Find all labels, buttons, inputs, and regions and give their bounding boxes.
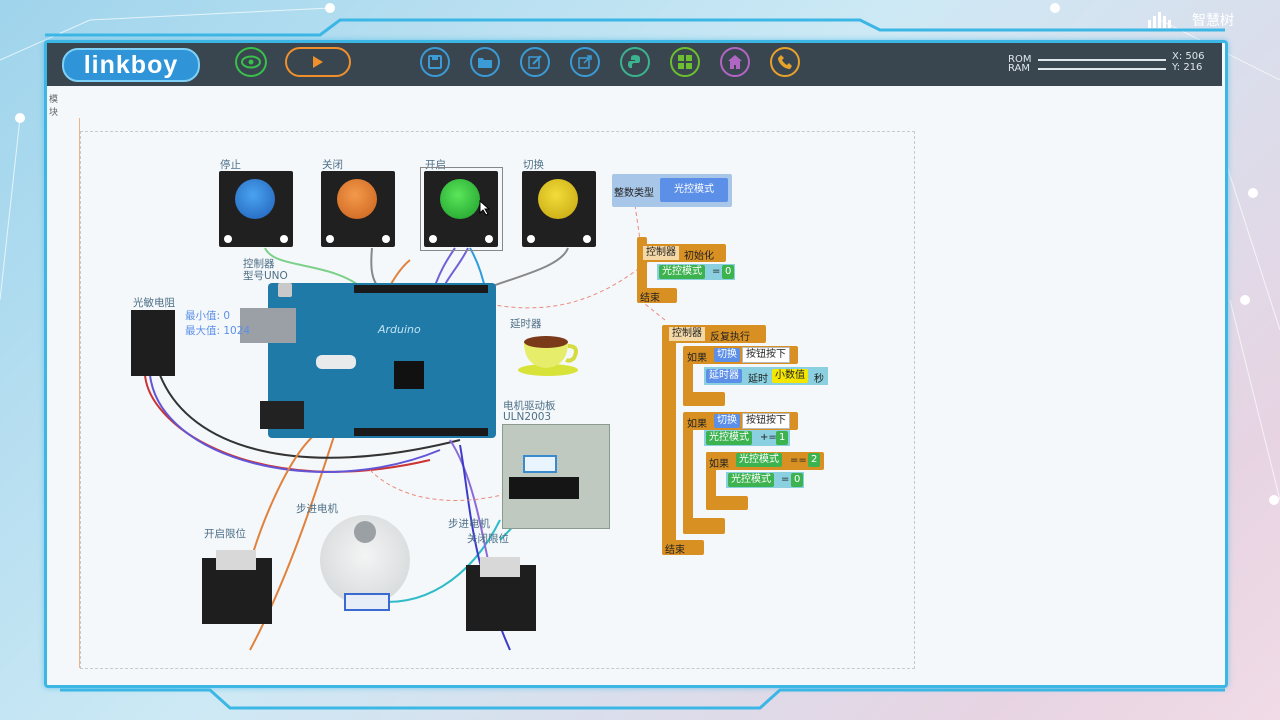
loop-block[interactable]: 控制器 反复执行 bbox=[666, 325, 766, 343]
inc-val[interactable]: 1 bbox=[776, 431, 789, 445]
switch-button-cap[interactable] bbox=[538, 179, 578, 219]
reset-op: = bbox=[781, 474, 790, 485]
mount-hole bbox=[382, 235, 390, 243]
motor-shaft bbox=[354, 521, 376, 543]
inc-var: 光控模式 bbox=[706, 431, 752, 445]
if1-end bbox=[683, 392, 725, 406]
mouse-cursor-icon bbox=[479, 200, 491, 216]
wires-layer bbox=[144, 204, 666, 651]
init-assign-block[interactable]: 光控模式 = 0 bbox=[657, 264, 735, 280]
loop-block-spine bbox=[662, 325, 676, 555]
if-label: 如果 bbox=[709, 459, 729, 470]
close-button-cap[interactable] bbox=[337, 179, 377, 219]
if2-spine bbox=[683, 412, 693, 534]
crystal bbox=[316, 355, 356, 369]
var-type: 整数类型 bbox=[614, 188, 654, 199]
increment-block[interactable]: 光控模式 += 1 bbox=[704, 430, 790, 446]
btn-switch-label: 切换 bbox=[523, 159, 544, 171]
loop-label: 反复执行 bbox=[710, 332, 750, 343]
light-sensor-module[interactable] bbox=[131, 310, 175, 376]
close-limit-switch[interactable] bbox=[466, 557, 536, 631]
if-label: 如果 bbox=[687, 419, 707, 430]
power-jack bbox=[260, 401, 304, 429]
var-name[interactable]: 光控模式 bbox=[660, 178, 728, 202]
stop-button-cap[interactable] bbox=[235, 179, 275, 219]
ldr-min-value: 最小值: 0 bbox=[185, 310, 231, 322]
stop-button-module[interactable] bbox=[219, 171, 293, 247]
delay-action: 延时 bbox=[748, 374, 768, 385]
delay-call-block[interactable]: 延时器 延时 小数值 秒 bbox=[704, 367, 828, 385]
if1-block[interactable]: 如果 切换 按钮按下 bbox=[684, 346, 798, 364]
motor-connector bbox=[344, 593, 390, 611]
open-limit-switch[interactable] bbox=[202, 550, 272, 624]
mount-hole bbox=[583, 235, 591, 243]
driver-socket bbox=[523, 455, 557, 473]
init-label: 初始化 bbox=[684, 251, 714, 262]
reset-val[interactable]: 0 bbox=[791, 473, 804, 487]
if-label: 如果 bbox=[687, 353, 707, 364]
if3-op: == bbox=[790, 455, 807, 466]
if3-val[interactable]: 2 bbox=[808, 453, 821, 467]
if1-target[interactable]: 切换 bbox=[714, 348, 740, 362]
btn-close-label: 关闭 bbox=[322, 159, 343, 171]
loop-ctrl: 控制器 bbox=[669, 327, 705, 341]
reset-assign-block[interactable]: 光控模式 = 0 bbox=[726, 472, 804, 488]
init-val[interactable]: 0 bbox=[722, 265, 735, 279]
reset-var: 光控模式 bbox=[728, 473, 774, 487]
init-block[interactable]: 控制器 初始化 bbox=[640, 244, 726, 262]
mcu-chip bbox=[394, 361, 424, 389]
stepper-motor[interactable] bbox=[320, 515, 410, 611]
limit-open-label: 开启限位 bbox=[204, 528, 246, 540]
end-label: 结束 bbox=[640, 293, 660, 304]
driver-model: ULN2003 bbox=[503, 411, 552, 423]
if2-end bbox=[683, 518, 725, 534]
mount-hole bbox=[429, 235, 437, 243]
teacup-icon bbox=[518, 336, 578, 376]
digital-header bbox=[354, 285, 488, 293]
uln2003-driver-board[interactable] bbox=[502, 424, 610, 529]
init-var: 光控模式 bbox=[659, 265, 705, 279]
if2-block[interactable]: 如果 切换 按钮按下 bbox=[684, 412, 798, 430]
variable-declaration-block[interactable]: 整数类型 光控模式 bbox=[612, 174, 732, 207]
delay-target: 延时器 bbox=[706, 369, 742, 383]
mount-hole bbox=[280, 235, 288, 243]
if2-target[interactable]: 切换 bbox=[714, 414, 740, 428]
init-end: 结束 bbox=[637, 288, 677, 304]
if1-condition[interactable]: 按钮按下 bbox=[742, 347, 790, 363]
delay-value[interactable]: 小数值 bbox=[772, 369, 808, 383]
inc-op: += bbox=[760, 432, 777, 443]
open-button-cap[interactable] bbox=[440, 179, 480, 219]
reset-button[interactable] bbox=[278, 283, 292, 297]
if2-condition[interactable]: 按钮按下 bbox=[742, 413, 790, 429]
init-ctrl: 控制器 bbox=[643, 246, 679, 260]
controller-model: 型号UNO bbox=[243, 270, 288, 282]
init-eq: = bbox=[712, 266, 721, 277]
if3-var: 光控模式 bbox=[736, 453, 782, 467]
motor-label: 步进电机 bbox=[296, 503, 338, 515]
mount-hole bbox=[527, 235, 535, 243]
mount-hole bbox=[326, 235, 334, 243]
analog-header bbox=[354, 428, 488, 436]
if3-block[interactable]: 如果 光控模式 == 2 bbox=[706, 452, 824, 470]
stepper-run-label: 步进电机 bbox=[448, 518, 490, 530]
arduino-text: Arduino bbox=[378, 323, 421, 336]
mount-hole bbox=[485, 235, 493, 243]
arduino-uno-board[interactable]: Arduino bbox=[240, 283, 496, 438]
switch-lever[interactable] bbox=[480, 557, 520, 577]
btn-stop-label: 停止 bbox=[220, 159, 241, 171]
delay-unit: 秒 bbox=[814, 374, 824, 385]
ldr-label: 光敏电阻 bbox=[133, 297, 175, 309]
driver-chip bbox=[509, 477, 579, 499]
loop-end: 结束 bbox=[662, 540, 704, 556]
close-button-module[interactable] bbox=[321, 171, 395, 247]
limit-close-label: 关闭限位 bbox=[467, 533, 509, 545]
switch-button-module[interactable] bbox=[522, 171, 596, 247]
ldr-max-value: 最大值: 1024 bbox=[185, 325, 251, 337]
mount-hole bbox=[224, 235, 232, 243]
if3-end bbox=[706, 496, 748, 510]
switch-lever[interactable] bbox=[216, 550, 256, 570]
end-label: 结束 bbox=[665, 545, 685, 556]
